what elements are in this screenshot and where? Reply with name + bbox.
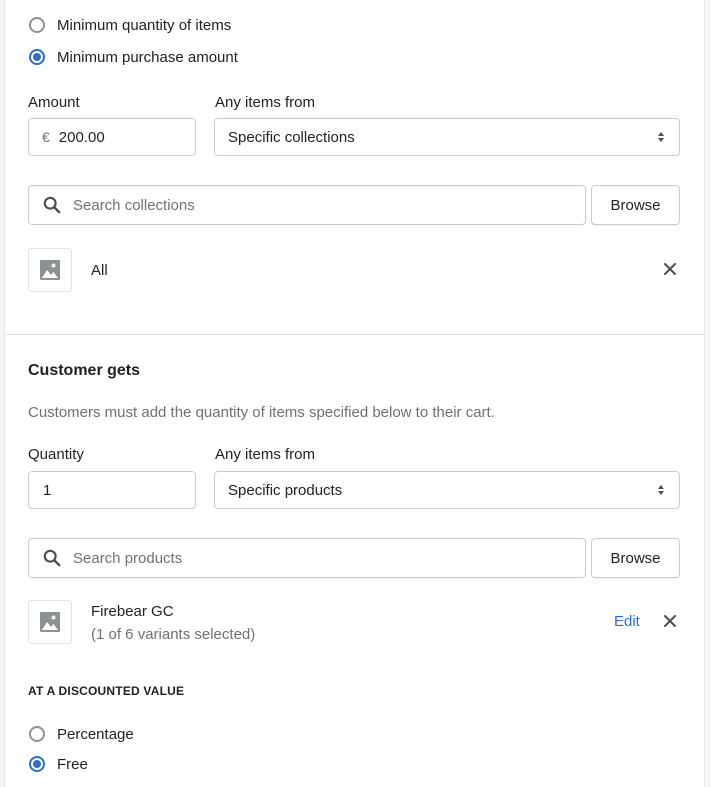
product-title: Firebear GC	[91, 603, 174, 620]
select-caret-icon	[658, 132, 664, 142]
items-from-label: Any items from	[215, 94, 316, 111]
image-icon	[40, 260, 60, 280]
edit-product-link[interactable]: Edit	[614, 613, 640, 630]
close-icon[interactable]	[663, 262, 677, 276]
radio-button[interactable]	[29, 17, 45, 33]
amount-value: 200.00	[58, 128, 105, 146]
search-placeholder: Search collections	[73, 196, 195, 214]
items-from-value: Specific products	[228, 481, 343, 499]
section-divider	[5, 334, 704, 335]
quantity-value: 1	[43, 481, 52, 499]
close-icon[interactable]	[663, 614, 677, 628]
radio-percentage[interactable]: Percentage	[29, 723, 134, 745]
discounted-value-heading: AT A DISCOUNTED VALUE	[28, 684, 185, 698]
search-icon	[43, 196, 61, 214]
browse-collections-button[interactable]: Browse	[591, 185, 680, 225]
radio-button[interactable]	[29, 726, 45, 742]
browse-products-button[interactable]: Browse	[591, 538, 680, 578]
collection-title: All	[91, 262, 108, 279]
radio-button-checked[interactable]	[29, 756, 45, 772]
quantity-label: Quantity	[28, 446, 84, 463]
customer-gets-heading: Customer gets	[28, 362, 141, 379]
customer-gets-description: Customers must add the quantity of items…	[28, 404, 495, 421]
search-products-input[interactable]: Search products	[28, 538, 586, 578]
product-thumbnail	[28, 600, 72, 644]
radio-minimum-purchase-amount[interactable]: Minimum purchase amount	[29, 46, 238, 68]
radio-label: Minimum purchase amount	[57, 48, 238, 66]
radio-minimum-quantity[interactable]: Minimum quantity of items	[29, 14, 231, 36]
items-from-value: Specific collections	[228, 128, 355, 146]
quantity-input[interactable]: 1	[28, 471, 196, 509]
radio-button-checked[interactable]	[29, 49, 45, 65]
items-from-select[interactable]: Specific collections	[214, 118, 680, 156]
amount-label: Amount	[28, 94, 80, 111]
radio-label: Free	[57, 755, 88, 773]
discount-card: Minimum quantity of items Minimum purcha…	[4, 0, 705, 787]
search-collections-input[interactable]: Search collections	[28, 185, 586, 225]
product-variants: (1 of 6 variants selected)	[91, 626, 256, 643]
collection-thumbnail	[28, 248, 72, 292]
amount-input[interactable]: € 200.00	[28, 118, 196, 156]
radio-label: Percentage	[57, 725, 134, 743]
search-icon	[43, 549, 61, 567]
radio-free[interactable]: Free	[29, 753, 88, 775]
search-placeholder: Search products	[73, 549, 183, 567]
items-from-label: Any items from	[215, 446, 316, 463]
select-caret-icon	[658, 485, 664, 495]
items-from-products-select[interactable]: Specific products	[214, 471, 680, 509]
currency-prefix: €	[42, 129, 50, 145]
image-icon	[40, 612, 60, 632]
radio-label: Minimum quantity of items	[57, 16, 232, 34]
